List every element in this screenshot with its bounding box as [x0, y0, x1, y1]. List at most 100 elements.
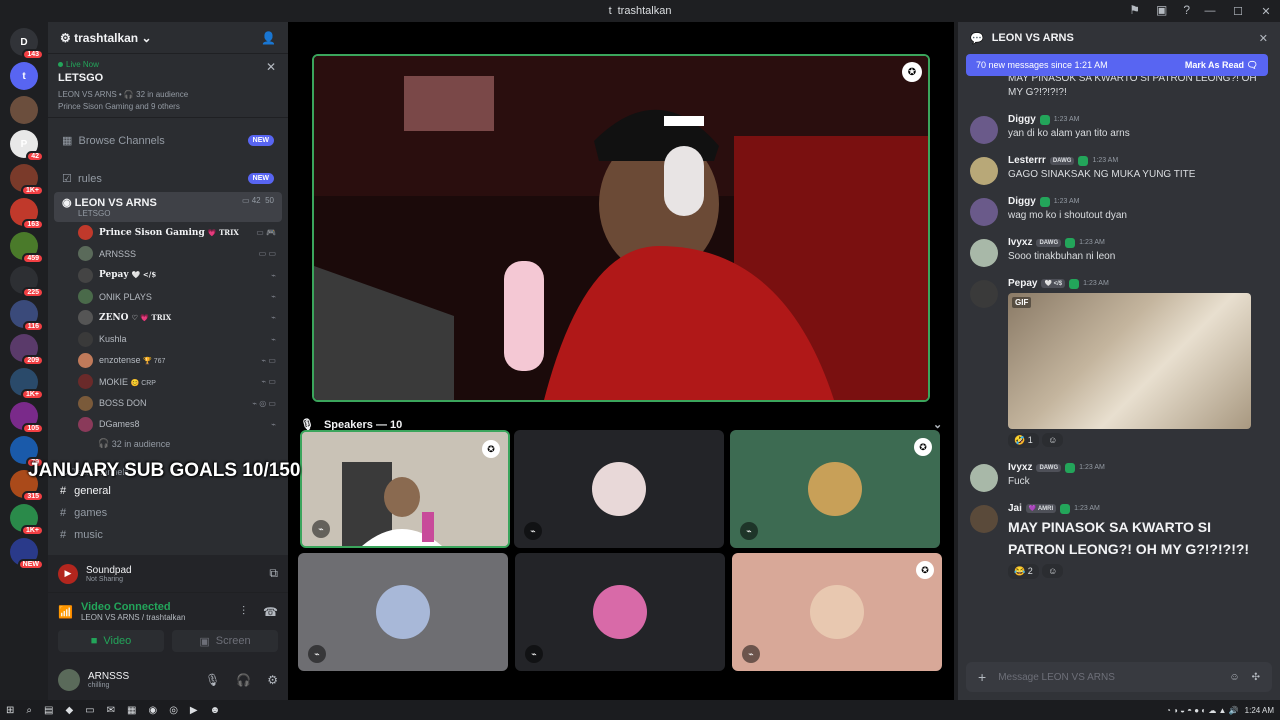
audience-count[interactable]: 🎧 32 in audience: [48, 435, 288, 453]
stream-badge-icon[interactable]: ✪: [902, 62, 922, 82]
speaker-tile[interactable]: ⌁ ✪: [732, 553, 942, 671]
apps-icon[interactable]: ✣: [1252, 672, 1260, 683]
avatar[interactable]: [970, 239, 998, 267]
chrome-icon[interactable]: ◉: [148, 705, 157, 716]
share-icon[interactable]: ⧉: [269, 566, 278, 581]
emoji-icon[interactable]: ☺: [1229, 672, 1239, 683]
voice-user[interactable]: Pepay 🤍 </$ ⌁: [48, 265, 288, 286]
headphones-icon[interactable]: 🎧: [236, 673, 251, 687]
help-icon[interactable]: ?: [1183, 3, 1190, 17]
stream-badge-icon[interactable]: ✪: [482, 440, 500, 458]
tray-icons[interactable]: ◔ ◑ ◒ ◓ ● ◐ ☁ ▲ 🔊: [1166, 706, 1239, 715]
chat-message[interactable]: MAY PINASOK SA KWARTO SI PATRON LEONG?! …: [958, 76, 1280, 102]
speaker-tile[interactable]: ⌁: [515, 553, 725, 671]
voice-user[interactable]: ZENO ♡ 💗 TRIX ⌁: [48, 307, 288, 328]
browse-channels[interactable]: ▦ Browse Channels NEW: [54, 126, 282, 154]
noise-suppression-icon[interactable]: ⫶: [242, 604, 245, 619]
server-icon[interactable]: 209: [10, 334, 44, 366]
server-icon[interactable]: P 42: [10, 130, 44, 162]
voice-channel-leon-vs-arns[interactable]: ◉ LEON VS ARNS ▭ 42 50 LETSGO: [54, 192, 282, 222]
channel-music[interactable]: # music: [48, 524, 288, 546]
main-video[interactable]: ✪: [312, 54, 930, 402]
gif-image[interactable]: GIF: [1008, 293, 1251, 429]
maximize-button[interactable]: ☐: [1224, 5, 1252, 18]
chat-message[interactable]: Pepay 🤍 </$ 1:23 AM GIF 🤣 1 ☺: [958, 276, 1280, 450]
mark-as-read-button[interactable]: Mark As Read 🗨: [1185, 60, 1258, 71]
reaction[interactable]: 🤣 1: [1008, 433, 1039, 448]
avatar[interactable]: [970, 280, 998, 308]
chat-message[interactable]: Jai 💜 AMRI 1:23 AM MAY PINASOK SA KWARTO SI…: [958, 501, 1280, 581]
avatar[interactable]: [970, 116, 998, 144]
server-icon[interactable]: [10, 96, 38, 124]
add-attachment-icon[interactable]: +: [978, 669, 986, 685]
server-icon[interactable]: NEW: [10, 538, 44, 570]
soundpad-activity[interactable]: ▶ Soundpad Not Sharing ⧉: [48, 555, 288, 593]
server-icon[interactable]: 105: [10, 402, 44, 434]
avatar[interactable]: [970, 464, 998, 492]
search-icon[interactable]: ⌕: [26, 705, 32, 716]
chat-message[interactable]: Ivyxz DAWG 1:23 AM Sooo tinakbuhan ni leon: [958, 235, 1280, 267]
stream-badge-icon[interactable]: ✪: [914, 438, 932, 456]
chat-message[interactable]: Lesterrr DAWG 1:23 AM GAGO SINAKSAK NG MUKA…: [958, 153, 1280, 185]
copilot-icon[interactable]: ◆: [65, 705, 73, 716]
live-now-card[interactable]: Live Now LETSGO LEON VS ARNS • 🎧 32 in a…: [48, 54, 288, 118]
voice-user[interactable]: MOKIE 😊 CRP ⌁ ▭: [48, 371, 288, 392]
server-icon[interactable]: 1K+: [10, 368, 44, 400]
server-icon[interactable]: 1K+: [10, 164, 44, 196]
message-input[interactable]: + Message LEON VS ARNS ☺ ✣: [966, 662, 1272, 692]
close-button[interactable]: ✕: [1252, 5, 1280, 18]
video-button[interactable]: ■ Video: [58, 630, 164, 652]
channel-rules[interactable]: ☑ rules NEW: [54, 164, 282, 192]
clock[interactable]: 1:24 AM: [1245, 706, 1274, 715]
close-icon[interactable]: ✕: [1259, 32, 1268, 45]
server-icon[interactable]: 116: [10, 300, 44, 332]
server-icon[interactable]: 1K+: [10, 504, 44, 536]
disconnect-icon[interactable]: ☎: [263, 605, 278, 619]
add-reaction-icon[interactable]: ☺: [1042, 433, 1064, 447]
new-messages-bar[interactable]: 70 new messages since 1:21 AM Mark As Re…: [966, 54, 1268, 76]
channel-general[interactable]: # general: [48, 480, 288, 502]
voice-user[interactable]: ONIK PLAYS ⌁: [48, 286, 288, 307]
task-view-icon[interactable]: ▤: [44, 705, 53, 716]
avatar[interactable]: [970, 505, 998, 533]
inbox-icon[interactable]: ⚑: [1129, 3, 1140, 17]
server-icon[interactable]: D 143: [10, 28, 44, 60]
chat-message[interactable]: Ivyxz DAWG 1:23 AM Fuck: [958, 460, 1280, 492]
server-icon[interactable]: t: [10, 62, 38, 90]
minimize-button[interactable]: —: [1196, 5, 1224, 17]
voice-user[interactable]: BOSS DON ⌁ ◎ ▭: [48, 392, 288, 413]
server-icon[interactable]: 459: [10, 232, 44, 264]
channel-games[interactable]: # games: [48, 502, 288, 524]
youtube-icon[interactable]: ▶: [190, 705, 198, 716]
mic-icon[interactable]: 🎙: [205, 673, 220, 687]
speaker-tile[interactable]: ⌁: [514, 430, 724, 548]
chat-message[interactable]: Diggy 1:23 AM yan di ko alam yan tito arns: [958, 112, 1280, 144]
avatar[interactable]: [970, 157, 998, 185]
screen-share-button[interactable]: ▣ Screen: [172, 630, 278, 652]
start-icon[interactable]: ⊞: [6, 705, 14, 716]
discord-icon[interactable]: ☻: [210, 705, 221, 716]
server-header[interactable]: ⚙ trashtalkan ⌄ 👤: [48, 22, 288, 54]
voice-user[interactable]: Kushla ⌁: [48, 328, 288, 349]
steam-icon[interactable]: ◎: [169, 705, 178, 716]
file-explorer-icon[interactable]: ▭: [85, 705, 94, 716]
server-icon[interactable]: 225: [10, 266, 44, 298]
store-icon[interactable]: ▦: [127, 705, 136, 716]
mail-icon[interactable]: ✉: [107, 705, 115, 716]
avatar[interactable]: [58, 669, 80, 691]
add-member-icon[interactable]: 👤: [261, 31, 276, 45]
voice-user[interactable]: DGames8 ⌁: [48, 414, 288, 435]
server-icon[interactable]: 163: [10, 198, 44, 230]
add-reaction-icon[interactable]: ☺: [1042, 564, 1064, 578]
settings-gear-icon[interactable]: ⚙: [267, 673, 278, 687]
stream-badge-icon[interactable]: ✪: [916, 561, 934, 579]
speaker-tile[interactable]: ⌁: [298, 553, 508, 671]
speaker-tile[interactable]: ⌁ ✪: [300, 430, 510, 548]
close-icon[interactable]: ✕: [266, 60, 276, 74]
voice-user[interactable]: ARNSSS ▭ ▭: [48, 243, 288, 264]
voice-user[interactable]: Prince Sison Gaming 💗 TRIX ▭ 🎮: [48, 222, 288, 243]
voice-user[interactable]: enzotense 🏆 767 ⌁ ▭: [48, 350, 288, 371]
chat-message[interactable]: Diggy 1:23 AM wag mo ko i shoutout dyan: [958, 194, 1280, 226]
avatar[interactable]: [970, 198, 998, 226]
reaction[interactable]: 😂 2: [1008, 564, 1039, 579]
